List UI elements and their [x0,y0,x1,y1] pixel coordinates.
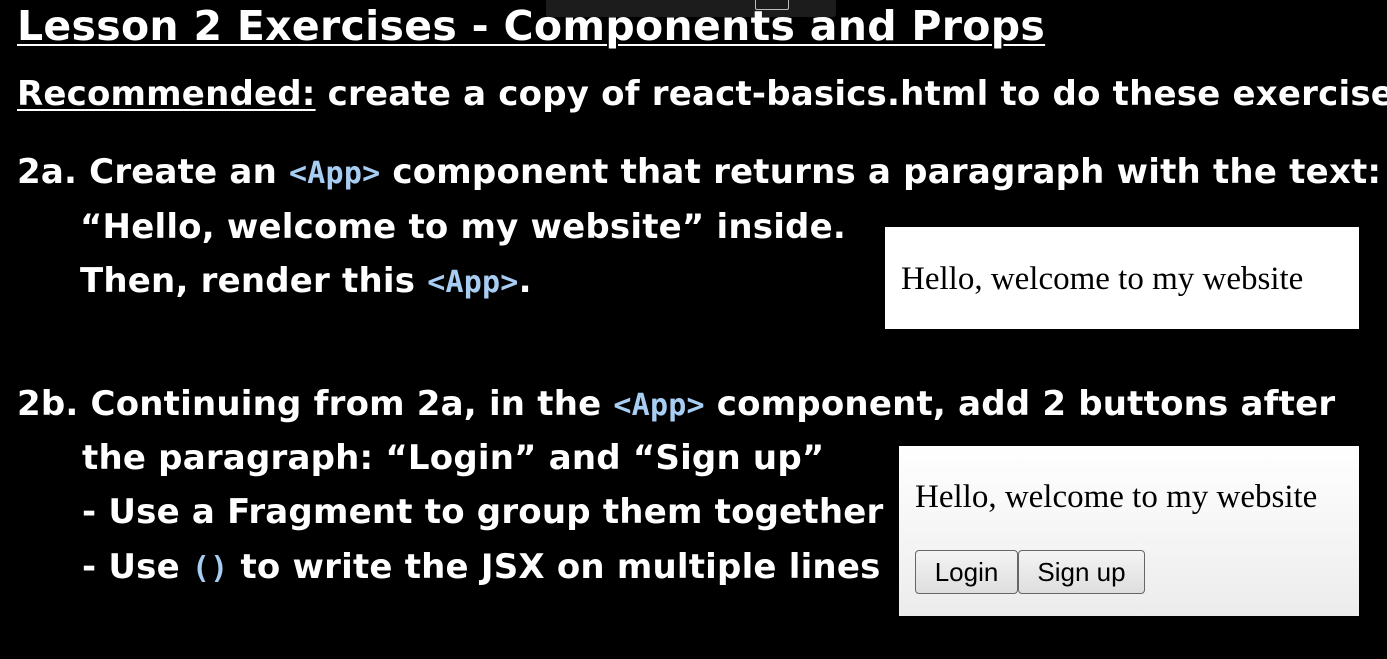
page-title: Lesson 2 Exercises - Components and Prop… [17,2,1046,50]
recommended-line: Recommended: create a copy of react-basi… [17,72,1387,116]
exercise-2a-text: . [518,261,532,301]
code-app: <App> [427,265,519,300]
login-button[interactable]: Login [915,550,1018,594]
recommended-label: Recommended: [17,74,316,114]
exercise-2a-text: Then, render this [80,261,428,301]
exercise-2b-line-2: the paragraph: “Login” and “Sign up” [82,438,825,478]
exercise-2a-line-3: Then, render this <App>. [80,259,532,305]
exercise-2b-line-3: - Use a Fragment to group them together [82,492,884,532]
exercise-2b-text: component, add 2 buttons after [704,384,1336,424]
exercise-2a-text: component that returns a paragraph with … [380,152,1382,192]
exercise-2b-number: 2b. [17,384,79,424]
demo-output-2a: Hello, welcome to my website [885,227,1359,329]
exercise-2b-text: to write the JSX on multiple lines [228,547,881,587]
exercise-2b-line-1: 2b. Continuing from 2a, in the <App> com… [17,382,1335,428]
exercise-2a-line-1: 2a. Create an <App> component that retur… [17,150,1381,196]
exercise-2a-text: Create an [77,152,290,192]
exercise-2b-text: - Use [82,547,192,587]
exercise-2a-line-2: “Hello, welcome to my website” inside. [80,207,846,247]
demo-paragraph: Hello, welcome to my website [915,479,1318,515]
code-app: <App> [613,388,705,423]
signup-button[interactable]: Sign up [1018,550,1145,594]
exercise-2b-text: Continuing from 2a, in the [78,384,614,424]
demo-output-2b: Hello, welcome to my website Login Sign … [899,446,1359,616]
exercise-2a-number: 2a. [17,152,78,192]
recommended-text: create a copy of react-basics.html to do… [315,74,1387,114]
code-app: <App> [289,156,381,191]
code-parens: () [191,551,229,586]
exercise-2b-line-4: - Use () to write the JSX on multiple li… [82,545,881,591]
demo-paragraph: Hello, welcome to my website [901,261,1304,297]
